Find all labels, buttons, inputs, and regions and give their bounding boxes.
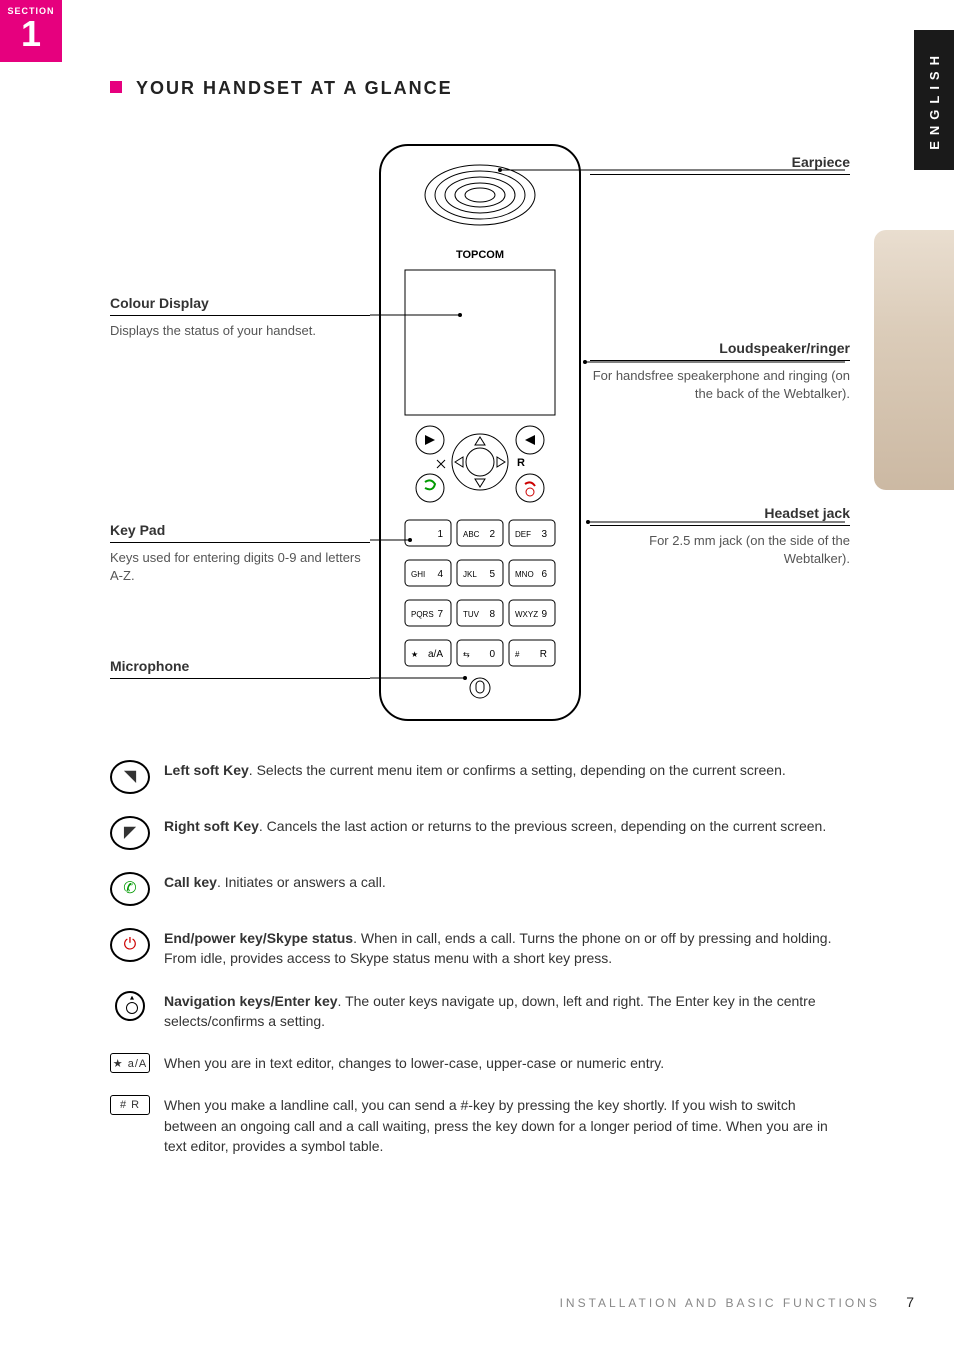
svg-text:WXYZ: WXYZ <box>515 610 538 619</box>
svg-text:9: 9 <box>541 609 547 620</box>
page-footer: INSTALLATION AND BASIC FUNCTIONS 7 <box>0 1294 954 1310</box>
call-key-icon: ✆ <box>110 872 150 906</box>
svg-text:⇆: ⇆ <box>463 650 470 659</box>
key-row: ✆ Call key. Initiates or answers a call. <box>110 872 850 906</box>
star-key-icon: ★ a/A <box>110 1053 150 1073</box>
svg-text:6: 6 <box>541 569 547 580</box>
callout-desc: Keys used for entering digits 0-9 and le… <box>110 549 370 585</box>
key-desc: When you make a landline call, you can s… <box>164 1097 828 1154</box>
svg-text:7: 7 <box>437 609 443 620</box>
nav-key-icon <box>110 991 150 1021</box>
svg-text:PQRS: PQRS <box>411 610 434 619</box>
svg-text:0: 0 <box>489 649 495 660</box>
callout-title: Headset jack <box>590 505 850 521</box>
key-text: Navigation keys/Enter key. The outer key… <box>164 991 850 1032</box>
callout-loudspeaker: Loudspeaker/ringer For handsfree speaker… <box>590 340 850 403</box>
key-text: Right soft Key. Cancels the last action … <box>164 816 850 836</box>
svg-text:ABC: ABC <box>463 530 480 539</box>
svg-text:TUV: TUV <box>463 610 480 619</box>
callout-title: Microphone <box>110 658 370 674</box>
callout-headset-jack: Headset jack For 2.5 mm jack (on the sid… <box>590 505 850 568</box>
key-row: # R When you make a landline call, you ca… <box>110 1095 850 1156</box>
key-desc: Cancels the last action or returns to th… <box>267 818 827 834</box>
side-photo <box>874 230 954 490</box>
key-row: ◤ Right soft Key. Cancels the last action… <box>110 816 850 850</box>
callout-title: Earpiece <box>590 154 850 170</box>
svg-text:8: 8 <box>489 609 495 620</box>
svg-text:R: R <box>540 649 547 660</box>
svg-text:★: ★ <box>411 650 418 659</box>
svg-text:5: 5 <box>489 569 495 580</box>
key-descriptions: ◥ Left soft Key. Selects the current menu… <box>110 760 850 1178</box>
key-title: End/power key/Skype status <box>164 930 353 946</box>
svg-text:GHI: GHI <box>411 570 425 579</box>
svg-text:JKL: JKL <box>463 570 477 579</box>
key-text: End/power key/Skype status. When in call… <box>164 928 850 969</box>
key-title: Navigation keys/Enter key <box>164 993 338 1009</box>
key-desc: Initiates or answers a call. <box>225 874 386 890</box>
end-key-icon: ⏻ <box>110 928 150 962</box>
key-row: ★ a/A When you are in text editor, change… <box>110 1053 850 1073</box>
key-desc: Selects the current menu item or confirm… <box>257 762 786 778</box>
key-desc: When you are in text editor, changes to … <box>164 1055 664 1071</box>
right-soft-key-icon: ◤ <box>110 816 150 850</box>
svg-text:MNO: MNO <box>515 570 534 579</box>
language-tab: ENGLISH <box>914 30 954 170</box>
key-title: Right soft Key <box>164 818 259 834</box>
svg-text:1: 1 <box>437 529 443 540</box>
key-text: When you make a landline call, you can s… <box>164 1095 850 1156</box>
callout-keypad: Key Pad Keys used for entering digits 0-… <box>110 522 370 585</box>
callout-earpiece: Earpiece <box>590 154 850 181</box>
key-title: Left soft Key <box>164 762 249 778</box>
callout-title: Colour Display <box>110 295 370 311</box>
svg-text:a/A: a/A <box>428 649 443 660</box>
section-tab: SECTION 1 <box>0 0 62 62</box>
key-row: ⏻ End/power key/Skype status. When in cal… <box>110 928 850 969</box>
left-soft-key-icon: ◥ <box>110 760 150 794</box>
key-text: When you are in text editor, changes to … <box>164 1053 850 1073</box>
callout-title: Loudspeaker/ringer <box>590 340 850 356</box>
key-row: ◥ Left soft Key. Selects the current menu… <box>110 760 850 794</box>
page-title: YOUR HANDSET AT A GLANCE <box>110 78 453 99</box>
handset-diagram: Colour Display Displays the status of yo… <box>110 140 850 740</box>
callout-desc: For handsfree speakerphone and ringing (… <box>590 367 850 403</box>
svg-text:2: 2 <box>489 529 495 540</box>
nav-r-label: R <box>517 457 525 469</box>
callout-title: Key Pad <box>110 522 370 538</box>
svg-text:4: 4 <box>437 569 443 580</box>
key-title: Call key <box>164 874 217 890</box>
callout-microphone: Microphone <box>110 658 370 685</box>
key-text: Left soft Key. Selects the current menu … <box>164 760 850 780</box>
handset-illustration: TOPCOM R 1 ABC 2 DEF 3 GHI 4 JKL 5 MNO 6 PQRS7 TUV 8 W… <box>375 140 585 730</box>
svg-text:#: # <box>515 650 520 659</box>
language-label: ENGLISH <box>927 50 942 150</box>
hash-key-icon: # R <box>110 1095 150 1115</box>
callout-desc: For 2.5 mm jack (on the side of the Webt… <box>590 532 850 568</box>
key-row: Navigation keys/Enter key. The outer key… <box>110 991 850 1032</box>
footer-text: INSTALLATION AND BASIC FUNCTIONS <box>560 1296 880 1310</box>
svg-text:DEF: DEF <box>515 530 531 539</box>
svg-text:3: 3 <box>541 529 547 540</box>
handset-brand: TOPCOM <box>456 249 504 261</box>
callout-desc: Displays the status of your handset. <box>110 322 370 340</box>
callout-colour-display: Colour Display Displays the status of yo… <box>110 295 370 340</box>
page-number: 7 <box>906 1294 914 1310</box>
section-number: 1 <box>0 16 62 52</box>
key-text: Call key. Initiates or answers a call. <box>164 872 850 892</box>
